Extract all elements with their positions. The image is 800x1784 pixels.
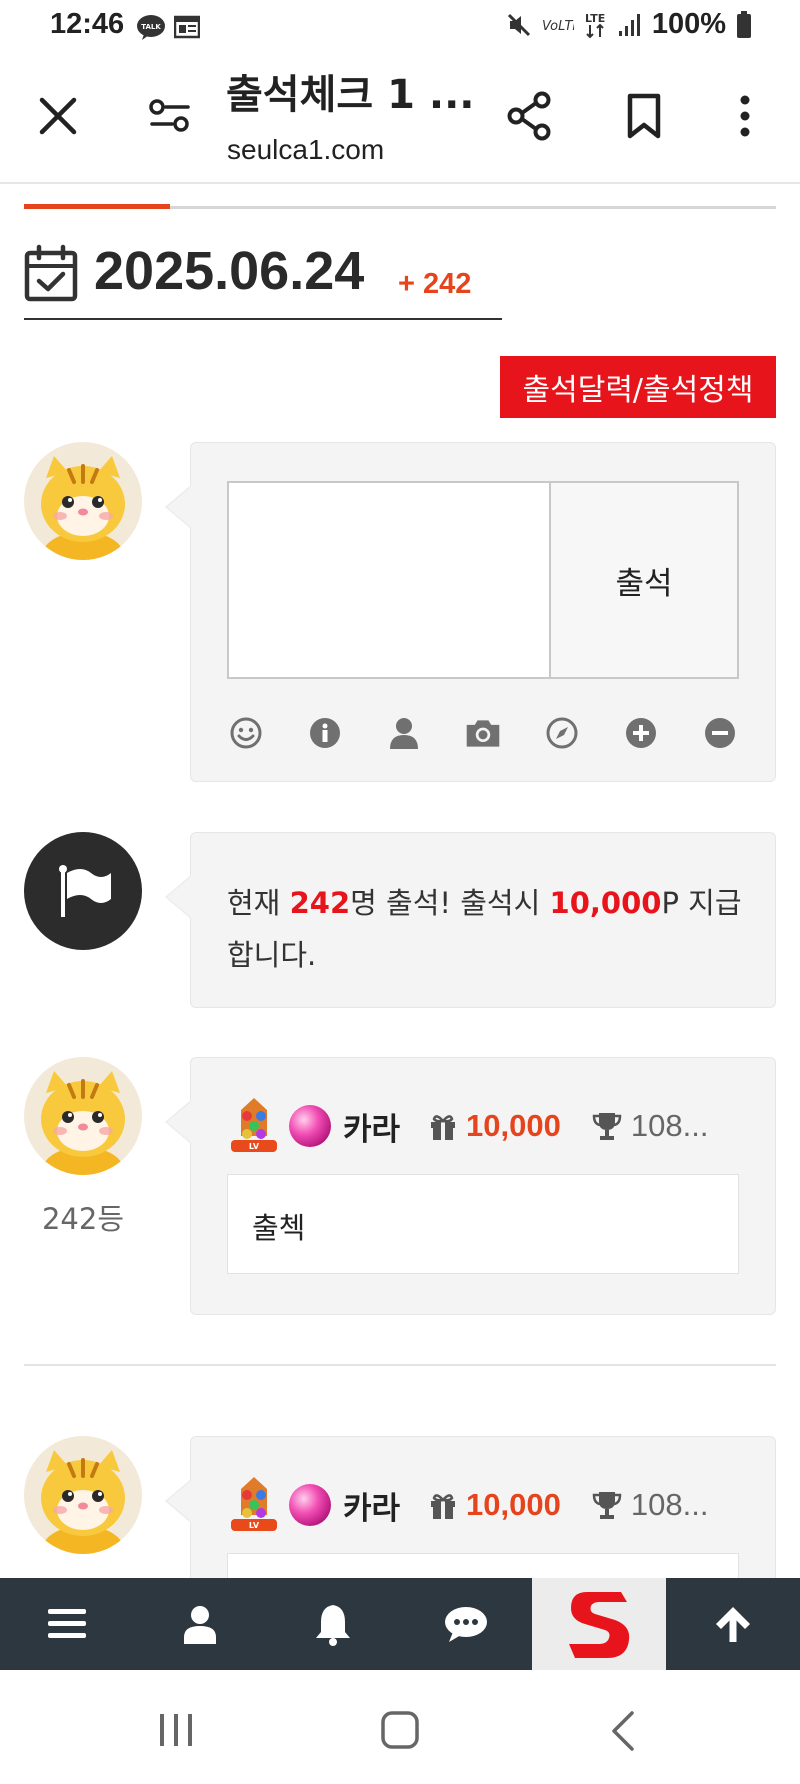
nickname[interactable]: 카라 [343, 1104, 400, 1149]
notification-button[interactable] [266, 1578, 399, 1670]
comment-tools [227, 713, 739, 753]
battery-icon [737, 10, 751, 38]
avatar [24, 442, 142, 560]
comment-box: 출석 [227, 481, 739, 679]
entry-points: 10,000 [466, 1108, 561, 1143]
svg-text:VoLTE: VoLTE [542, 19, 574, 34]
bookmark-icon[interactable] [622, 92, 666, 140]
gift-icon [431, 1115, 456, 1140]
signal-icon [618, 13, 640, 36]
status-bar: 12:46 TALK VoLTE LTE 100% [0, 0, 800, 56]
volte-icon: VoLTE [542, 19, 574, 34]
minus-circle-icon[interactable] [701, 714, 739, 752]
chat-icon [444, 1607, 487, 1642]
lte-icon: LTE [585, 12, 605, 38]
compass-icon[interactable] [543, 714, 581, 752]
profile-button[interactable] [133, 1578, 266, 1670]
divider [24, 1364, 776, 1366]
tiger-avatar-icon [24, 442, 142, 560]
news-icon [174, 15, 200, 39]
plus-circle-icon[interactable] [622, 714, 660, 752]
trophy-count: 108... [630, 1108, 709, 1143]
page-url[interactable]: seulca1.com [227, 134, 384, 166]
page-title: 출석체크 1 ... [226, 72, 475, 118]
trophy-icon [592, 1113, 622, 1140]
notice-count: 242 [289, 886, 351, 920]
attendance-policy-button[interactable]: 출석달력/출석정책 [500, 356, 776, 418]
site-bottom-toolbar [0, 1578, 800, 1670]
nickname[interactable]: 카라 [343, 1483, 400, 1528]
notice-flag-avatar [24, 832, 142, 950]
more-icon[interactable] [730, 92, 760, 140]
notice-points: 10,000 [549, 886, 662, 920]
kakaotalk-icon: TALK [137, 15, 165, 40]
menu-button[interactable] [0, 1578, 133, 1670]
home-icon[interactable] [380, 1710, 420, 1750]
tab-active-indicator [24, 204, 170, 209]
menu-icon [47, 1609, 86, 1638]
trophy-icon [592, 1492, 622, 1519]
bell-icon [315, 1605, 350, 1646]
battery-percent: 100% [651, 8, 726, 40]
recents-icon[interactable] [156, 1710, 196, 1750]
tiger-avatar-icon [24, 1057, 142, 1175]
notice-text: 현재 242명 출석! 출석시 10,000P 지급합니다. [227, 877, 747, 981]
comment-input[interactable] [229, 483, 551, 677]
attendance-date: 2025.06.24 [94, 241, 365, 301]
notice-prefix: 현재 [227, 886, 290, 920]
user-icon [183, 1606, 216, 1644]
tiger-avatar-icon [24, 1436, 142, 1554]
rank-label: 242등 [41, 1202, 125, 1236]
browser-toolbar: 출석체크 1 ... seulca1.com [0, 56, 800, 184]
pink-orb-icon [289, 1105, 331, 1147]
attend-submit-button[interactable]: 출석 [551, 483, 737, 677]
gift-icon [431, 1494, 456, 1519]
site-logo-icon [569, 1592, 630, 1658]
svg-text:LTE: LTE [585, 12, 605, 25]
entry-header: LV 카라 10,000 108... [227, 1094, 747, 1158]
level-badge-icon: LV [231, 1477, 277, 1531]
scroll-top-button[interactable] [666, 1578, 799, 1670]
notification-icons: TALK [136, 14, 200, 40]
smile-icon[interactable] [227, 714, 265, 752]
user-icon[interactable] [385, 714, 423, 752]
notice-middle: 명 출석! 출석시 [350, 886, 550, 920]
comment-form: 출석 [165, 442, 776, 782]
status-time: 12:46 [50, 8, 125, 40]
arrow-up-icon [715, 1607, 750, 1642]
system-nav-bar [0, 1670, 800, 1784]
close-icon[interactable] [34, 92, 82, 140]
system-icons: VoLTE LTE 100% [506, 8, 752, 41]
trophy-count: 108... [630, 1487, 709, 1522]
svg-text:LV: LV [249, 1142, 260, 1151]
entry-header: LV 카라 10,000 108... [227, 1473, 747, 1537]
entry-comment: 출첵 [227, 1174, 739, 1274]
calendar-check-icon [24, 244, 78, 302]
level-badge-icon: LV [231, 1098, 277, 1152]
site-logo[interactable] [532, 1578, 666, 1670]
filter-icon[interactable] [148, 94, 192, 138]
chat-button[interactable] [399, 1578, 532, 1670]
avatar[interactable] [24, 1436, 142, 1554]
date-header: 2025.06.24 + 242 [24, 240, 502, 320]
pink-orb-icon [289, 1484, 331, 1526]
back-icon[interactable] [608, 1710, 638, 1752]
flag-icon [59, 865, 111, 917]
camera-icon[interactable] [464, 714, 502, 752]
share-icon[interactable] [504, 90, 556, 142]
attendance-entry: LV 카라 10,000 108... 출첵 [165, 1057, 776, 1315]
svg-text:TALK: TALK [141, 23, 161, 31]
info-icon[interactable] [306, 714, 344, 752]
attendance-notice: 현재 242명 출석! 출석시 10,000P 지급합니다. [165, 832, 776, 1008]
svg-text:LV: LV [249, 1521, 260, 1530]
avatar[interactable] [24, 1057, 142, 1175]
entry-points: 10,000 [466, 1487, 561, 1522]
attendance-count: + 242 [398, 268, 472, 300]
mute-icon [507, 13, 530, 36]
